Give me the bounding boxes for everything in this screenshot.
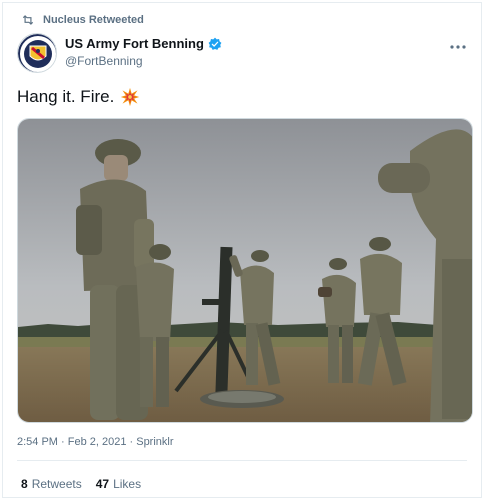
avatar[interactable]: [17, 33, 57, 73]
likes-stat[interactable]: 47 Likes: [96, 477, 141, 491]
author-block: US Army Fort Benning @FortBenning: [65, 36, 222, 68]
author-handle[interactable]: @FortBenning: [65, 54, 222, 68]
verified-badge-icon: [208, 37, 222, 50]
tweet-card: Nucleus Retweeted US Army Fort Benning @…: [2, 2, 482, 498]
tweet-meta-line: 2:54 PM · Feb 2, 2021 · Sprinklr: [17, 436, 174, 448]
divider-top: [17, 460, 467, 461]
tweet-stats: 8 Retweets 47 Likes: [21, 477, 141, 491]
author-display-name[interactable]: US Army Fort Benning: [65, 36, 204, 51]
tweet-text-body: Hang it. Fire.: [17, 87, 115, 106]
retweets-stat[interactable]: 8 Retweets: [21, 477, 82, 491]
collision-emoji-icon: [121, 87, 140, 107]
tweet-text: Hang it. Fire.: [17, 87, 140, 107]
retweet-icon: [22, 15, 34, 25]
soldiers-mortar-photo: [18, 119, 472, 422]
retweet-context[interactable]: Nucleus Retweeted: [21, 13, 144, 27]
tweet-photo[interactable]: [17, 118, 473, 423]
retweet-context-label: Nucleus Retweeted: [43, 14, 144, 26]
likes-label: Likes: [113, 477, 142, 491]
more-dots-icon: [450, 45, 466, 49]
likes-count: 47: [95, 477, 110, 491]
retweets-label: Retweets: [31, 477, 82, 491]
retweets-count: 8: [21, 477, 28, 491]
more-options-button[interactable]: [449, 37, 467, 53]
tweet-meta[interactable]: 2:54 PM · Feb 2, 2021 · Sprinklr: [17, 436, 174, 448]
fort-benning-seal-icon: [18, 34, 56, 72]
